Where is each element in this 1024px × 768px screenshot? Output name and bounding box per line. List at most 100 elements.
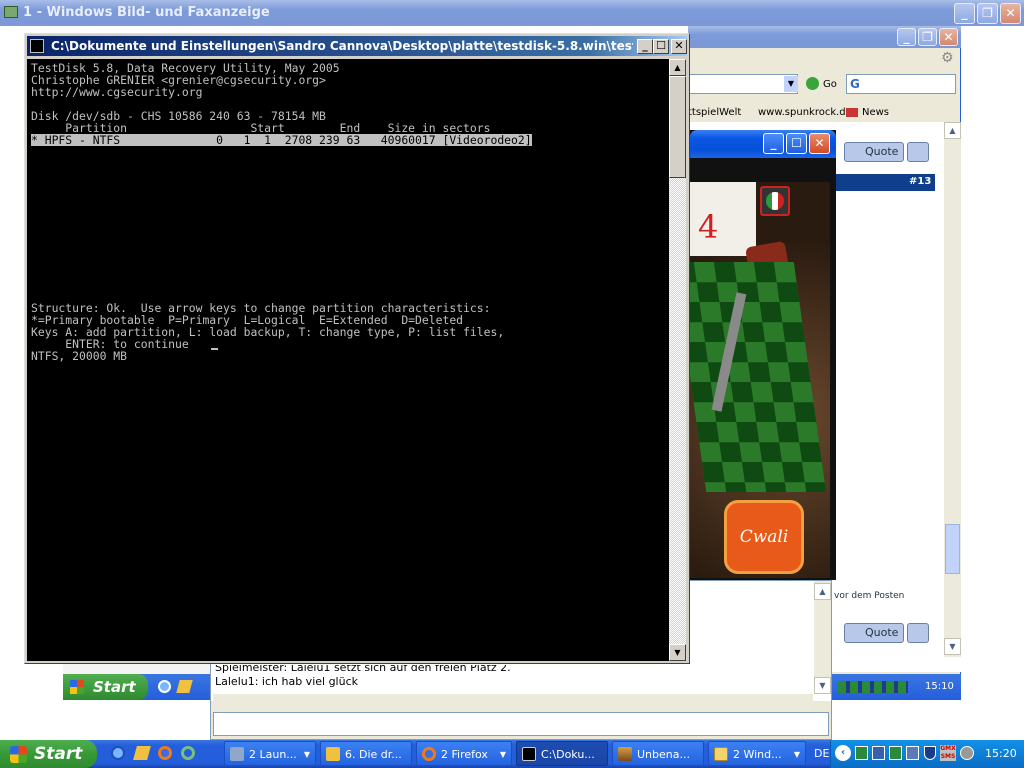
go-label[interactable]: Go <box>823 79 837 90</box>
taskbar-item-label: 2 Wind... <box>733 748 782 761</box>
quicklaunch-firefox-icon[interactable] <box>158 746 172 760</box>
search-engine-icon[interactable]: G <box>850 77 860 91</box>
console-icon <box>30 39 44 53</box>
partition-row-selected[interactable]: * HPFS - NTFS 0 1 1 2708 239 63 40960017… <box>31 134 532 146</box>
console-screen[interactable]: TestDisk 5.8, Data Recovery Utility, May… <box>27 59 669 661</box>
fax-viewer-titlebar[interactable]: 1 - Windows Bild- und Faxanzeige _ ❐ ✕ <box>0 0 1024 26</box>
console-title: C:\Dokumente und Einstellungen\Sandro Ca… <box>51 39 633 53</box>
bookmark-1[interactable]: ttspielWelt <box>688 107 741 118</box>
console-maximize-button[interactable]: ☐ <box>653 39 669 54</box>
console-titlebar[interactable]: C:\Dokumente und Einstellungen\Sandro Ca… <box>27 36 687 56</box>
go-icon[interactable] <box>806 77 819 90</box>
chat-scroll-down[interactable]: ▼ <box>814 677 831 694</box>
gear-icon[interactable]: ⚙ <box>941 50 954 66</box>
browser-minimize-button[interactable]: _ <box>897 28 916 46</box>
chevron-down-icon: ▼ <box>793 750 800 759</box>
paint-icon <box>618 747 632 761</box>
fax-viewer-icon <box>4 6 18 18</box>
console-icon <box>522 747 536 761</box>
console-line-2: http://www.cgsecurity.org <box>31 85 203 99</box>
chat-hscrollbar[interactable] <box>213 694 813 710</box>
browser-scrollbar[interactable] <box>944 122 961 657</box>
taskbar-item-label: C:\Doku... <box>541 748 595 761</box>
start-label: Start <box>34 744 83 764</box>
board-grid <box>673 262 827 492</box>
bookmark-2[interactable]: www.spunkrock.de <box>758 107 852 118</box>
inner-quicklaunch-ie-icon[interactable] <box>158 680 171 693</box>
taskbar-item-console[interactable]: C:\Doku... <box>516 741 608 766</box>
forum-quote-button-2[interactable]: Quote <box>844 623 904 643</box>
taskbar-item-forum[interactable]: 6. Die dr... <box>320 741 412 766</box>
taskbar-item-paint[interactable]: Unbena... <box>612 741 704 766</box>
tray-network-icon[interactable] <box>855 746 868 760</box>
cwali-logo: Cwali <box>724 500 804 574</box>
forum-edit-button-2[interactable] <box>907 623 929 643</box>
inner-clock: 15:10 <box>925 681 954 692</box>
taskbar-item-label: 2 Firefox <box>441 748 488 761</box>
game-minimize-button[interactable]: _ <box>763 133 784 154</box>
chat-input[interactable] <box>213 712 829 736</box>
console-window: C:\Dokumente und Einstellungen\Sandro Ca… <box>24 33 690 664</box>
chevron-down-icon: ▼ <box>499 750 506 759</box>
console-minimize-button[interactable]: _ <box>637 39 653 54</box>
game-window: _ ☐ ✕ 4 Cwali <box>673 130 836 580</box>
console-close-button[interactable]: ✕ <box>671 39 687 54</box>
browser-restore-button[interactable]: ❐ <box>918 28 937 46</box>
firefox-icon <box>422 747 436 761</box>
text-cursor <box>211 348 218 350</box>
game-maximize-button[interactable]: ☐ <box>786 133 807 154</box>
forum-quote-button[interactable]: Quote <box>844 142 904 162</box>
inner-windows-logo-icon <box>70 680 84 694</box>
inner-start-label: Start <box>93 678 136 696</box>
forum-icon <box>326 747 340 761</box>
clock[interactable]: 15:20 <box>985 747 1017 760</box>
dice-value: 4 <box>698 208 719 246</box>
taskbar-item-label: 2 Laun... <box>249 748 297 761</box>
scroll-up-arrow[interactable]: ▲ <box>944 122 961 139</box>
search-input[interactable] <box>846 74 956 94</box>
restore-button[interactable]: ❐ <box>977 3 998 24</box>
console-scroll-down[interactable]: ▼ <box>669 644 686 661</box>
game-board[interactable]: 4 Cwali <box>673 182 830 578</box>
quote-label: Quote <box>865 145 899 158</box>
tray-shield-icon[interactable] <box>924 746 936 760</box>
flag-italy-inner <box>766 192 784 210</box>
url-dropdown-icon[interactable]: ▼ <box>784 76 798 92</box>
chat-scroll-up[interactable]: ▲ <box>814 583 831 600</box>
tray-volume-icon[interactable] <box>960 746 974 760</box>
cwali-logo-text: Cwali <box>739 527 789 547</box>
taskbar-item-label: Unbena... <box>637 748 690 761</box>
quote-label-2: Quote <box>865 626 899 639</box>
game-titlebar[interactable]: _ ☐ ✕ <box>690 130 836 158</box>
post-number[interactable]: #13 <box>909 176 931 187</box>
scroll-thumb[interactable] <box>945 524 960 574</box>
news-icon <box>846 108 858 117</box>
taskbar-item-folder[interactable]: 2 Wind... ▼ <box>708 741 806 766</box>
console-footer-4: NTFS, 20000 MB <box>31 349 128 363</box>
console-scroll-up[interactable]: ▲ <box>669 59 686 76</box>
browser-close-button[interactable]: ✕ <box>939 28 958 46</box>
tray-device-icon[interactable] <box>906 746 919 760</box>
game-close-button[interactable]: ✕ <box>809 133 830 154</box>
tray-monitor-icon[interactable] <box>872 746 885 760</box>
chat-line-2: Lalelu1: ich hab viel glück <box>215 675 358 688</box>
forum-edit-button[interactable] <box>907 142 929 162</box>
minimize-button[interactable]: _ <box>954 3 975 24</box>
quicklaunch-refresh-icon[interactable] <box>181 746 195 760</box>
close-button[interactable]: ✕ <box>1000 3 1021 24</box>
inner-tray-icons <box>838 681 908 693</box>
folder-icon <box>714 747 728 761</box>
taskbar-item-launcher[interactable]: 2 Laun... ▼ <box>224 741 316 766</box>
url-bar[interactable] <box>688 74 798 94</box>
browser-titlebar[interactable]: _ ❐ ✕ <box>688 26 961 48</box>
windows-logo-icon <box>10 746 27 763</box>
tray-network-2-icon[interactable] <box>889 746 902 760</box>
scroll-down-arrow[interactable]: ▼ <box>944 638 961 655</box>
quicklaunch-ie-icon[interactable] <box>111 746 125 760</box>
bookmark-3[interactable]: News <box>862 107 889 118</box>
console-scroll-thumb[interactable] <box>669 76 686 178</box>
tray-sms-icon[interactable]: GMX SMS <box>940 745 956 761</box>
language-indicator[interactable]: DE <box>814 747 829 760</box>
taskbar-item-firefox[interactable]: 2 Firefox ▼ <box>416 741 512 766</box>
tray-expand-icon[interactable]: ‹ <box>835 745 851 761</box>
